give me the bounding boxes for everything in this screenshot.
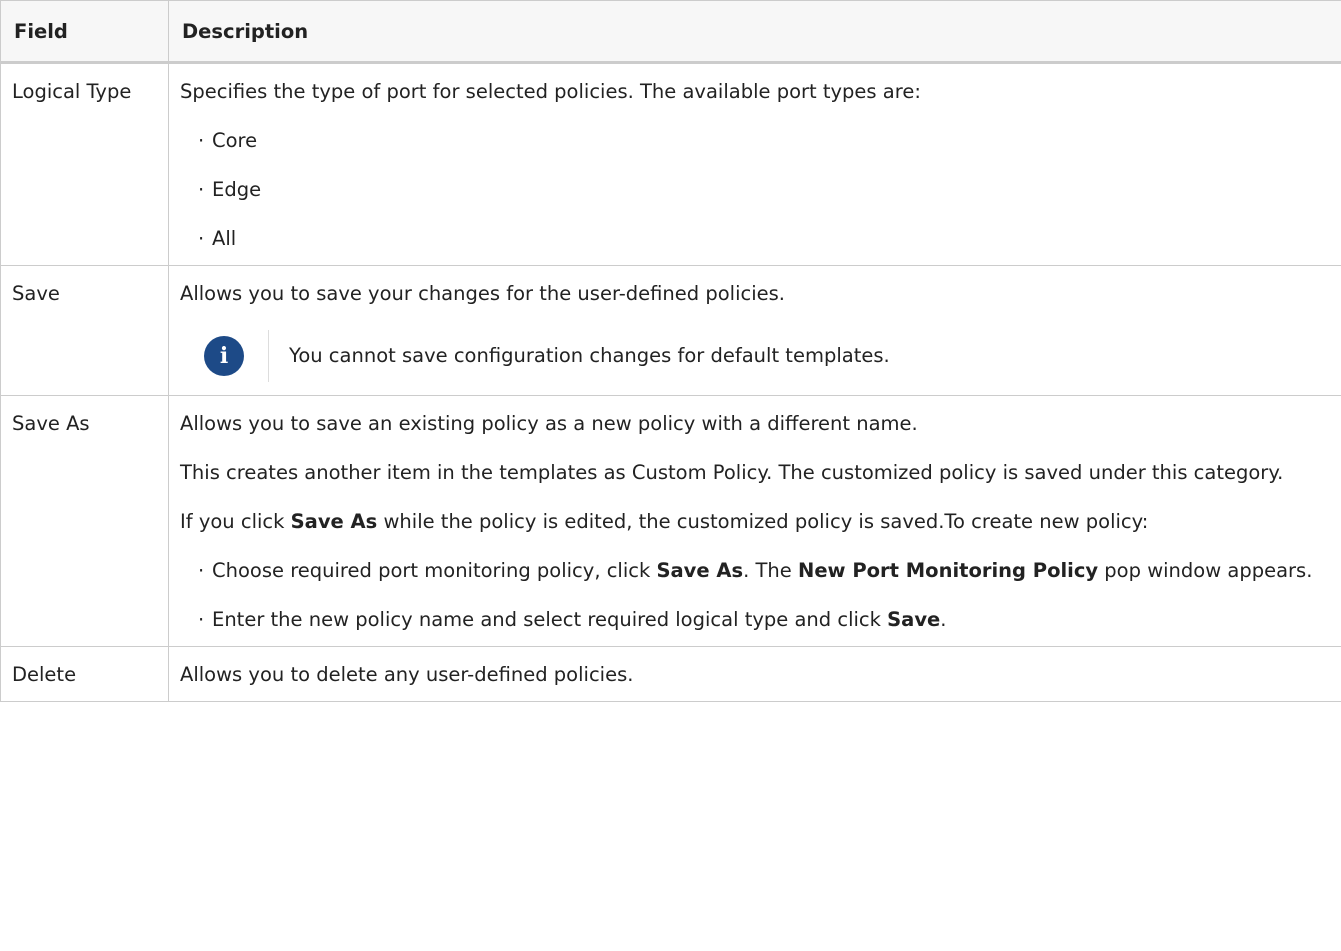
description-cell: Allows you to save your changes for the … — [168, 265, 1341, 396]
field-cell: Save — [0, 265, 169, 396]
header-row: Field Description — [0, 0, 1341, 64]
list-item: · Choose required port monitoring policy,… — [198, 559, 1313, 582]
note-text: You cannot save configuration changes fo… — [289, 344, 890, 367]
description-cell: Specifies the type of port for selected … — [168, 62, 1341, 266]
header-description: Description — [168, 0, 1341, 64]
field-description-table: Field Description Logical Type Specifies… — [0, 0, 1341, 702]
list-item: · Enter the new policy name and select re… — [198, 608, 947, 631]
bullet-icon: · — [198, 129, 205, 152]
note-divider — [268, 330, 269, 382]
bullet-icon: · — [198, 559, 205, 582]
logical-type-intro: Specifies the type of port for selected … — [180, 80, 921, 103]
description-cell: Allows you to delete any user-defined po… — [168, 646, 1341, 702]
save-as-paragraph-1: Allows you to save an existing policy as… — [180, 412, 918, 435]
field-cell: Logical Type — [0, 62, 169, 266]
save-as-paragraph-3: If you click Save As while the policy is… — [180, 510, 1149, 533]
bullet-icon: · — [198, 608, 205, 631]
header-field: Field — [0, 0, 169, 64]
description-cell: Allows you to save an existing policy as… — [168, 395, 1341, 647]
port-type-list: · Core · Edge · All — [180, 128, 1330, 252]
bullet-icon: · — [198, 227, 205, 250]
table-row-save: Save Allows you to save your changes for… — [0, 265, 1341, 396]
table-row-delete: Delete Allows you to delete any user-def… — [0, 646, 1341, 702]
save-as-paragraph-2: This creates another item in the templat… — [180, 461, 1284, 484]
list-item: · Edge — [198, 178, 262, 201]
field-cell: Delete — [0, 646, 169, 702]
field-cell: Save As — [0, 395, 169, 647]
list-item: · All — [198, 227, 237, 250]
list-item: · Core — [198, 129, 258, 152]
steps-list: · Choose required port monitoring policy,… — [180, 558, 1330, 633]
table-row-logical-type: Logical Type Specifies the type of port … — [0, 62, 1341, 266]
save-description: Allows you to save your changes for the … — [180, 282, 785, 305]
info-icon: i — [204, 336, 244, 376]
note-box: i You cannot save configuration changes … — [180, 330, 1330, 382]
table-row-save-as: Save As Allows you to save an existing p… — [0, 395, 1341, 647]
bullet-icon: · — [198, 178, 205, 201]
